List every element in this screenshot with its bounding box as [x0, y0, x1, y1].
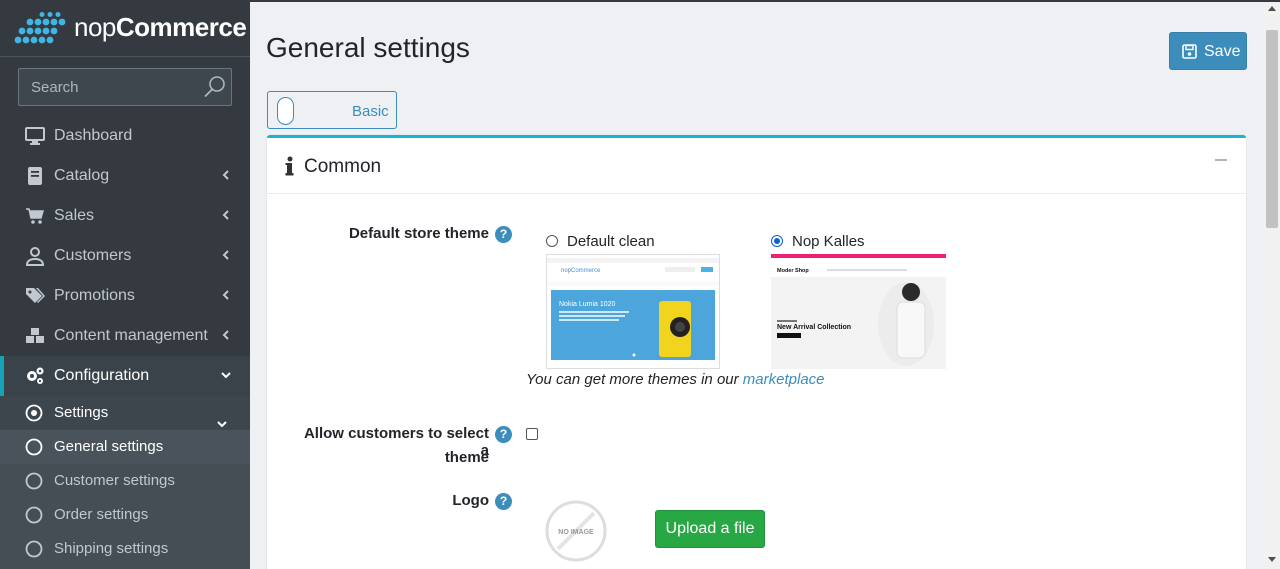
sidebar-subitem-label: Shipping settings [54, 540, 169, 557]
circle-icon [25, 472, 43, 490]
monitor-icon [25, 127, 45, 145]
sidebar-item-promotions[interactable]: Promotions [0, 276, 250, 316]
chevron-down-icon [221, 372, 231, 379]
scrollbar-thumb[interactable] [1266, 30, 1278, 228]
page-scrollbar[interactable] [1264, 2, 1280, 569]
circle-icon [25, 540, 43, 558]
sidebar-item-dashboard[interactable]: Dashboard [0, 116, 250, 156]
tags-icon [26, 288, 45, 303]
sidebar-subitem-general-settings[interactable]: General settings [0, 430, 250, 464]
preview-headline: New Arrival Collection [777, 324, 851, 331]
chevron-left-icon [222, 250, 229, 260]
chevron-left-icon [222, 330, 229, 340]
sidebar-item-label: Content management [54, 327, 208, 344]
gears-icon [27, 367, 44, 384]
chevron-left-icon [222, 290, 229, 300]
sidebar-item-label: Catalog [54, 167, 110, 184]
toggle-switch[interactable] [277, 97, 294, 125]
sidebar-subitem-customer-settings[interactable]: Customer settings [0, 464, 250, 498]
theme-preview-default-clean[interactable]: nopCommerce Nokia Lumia 1020 [546, 254, 720, 369]
save-button[interactable]: Save [1169, 32, 1247, 70]
sidebar-item-catalog[interactable]: Catalog [0, 156, 250, 196]
marketplace-prefix: You can get more themes in our [526, 371, 743, 388]
help-icon[interactable]: ? [495, 426, 512, 443]
sidebar-subitem-shipping-settings[interactable]: Shipping settings [0, 532, 250, 566]
help-icon[interactable]: ? [495, 493, 512, 510]
logo-label: Logo [452, 492, 489, 509]
card-header[interactable]: Common [267, 138, 1246, 194]
preview-brand: nopCommerce [561, 268, 601, 274]
sidebar-subitem-settings[interactable]: Settings [0, 396, 250, 432]
logo-no-image-placeholder: NO IMAGE [544, 499, 608, 563]
user-icon [25, 247, 45, 266]
dot-circle-icon [25, 404, 43, 422]
theme-name: Nop Kalles [792, 233, 865, 250]
sidebar-subitem-label: Settings [54, 404, 109, 421]
search-input[interactable] [19, 69, 199, 105]
cart-icon [26, 208, 44, 224]
circle-icon [25, 506, 43, 524]
marketplace-text: You can get more themes in our marketpla… [526, 371, 825, 388]
sidebar-item-label: Customers [54, 247, 132, 264]
help-icon[interactable]: ? [495, 226, 512, 243]
page-title: General settings [266, 32, 470, 63]
info-icon [285, 156, 294, 176]
theme-name: Default clean [567, 233, 655, 250]
upload-file-button[interactable]: Upload a file [655, 510, 765, 548]
brand[interactable]: nopCommerce [0, 2, 250, 57]
book-icon [28, 167, 42, 185]
chevron-left-icon [222, 170, 229, 180]
main-content: General settings Save Basic Common Defau… [250, 2, 1264, 569]
sidebar-subitem-label: Customer settings [54, 472, 175, 489]
allow-select-theme-label-line2: theme [444, 449, 489, 466]
scroll-down-arrow-icon[interactable] [1268, 557, 1276, 562]
theme-preview-image: nopCommerce Nokia Lumia 1020 [547, 255, 719, 368]
default-theme-label: Default store theme [348, 225, 489, 242]
sidebar-item-label: Sales [54, 207, 95, 224]
no-image-text: NO IMAGE [558, 529, 594, 536]
sidebar-item-configuration[interactable]: Configuration [0, 356, 250, 396]
sidebar-item-label: Promotions [54, 287, 135, 304]
sidebar-item-label: Dashboard [54, 127, 133, 144]
sidebar-subitem-label: General settings [54, 438, 164, 455]
brand-name: nopCommerce [74, 12, 247, 42]
nopcommerce-logo-icon [14, 12, 66, 44]
sidebar-subitem-label: Order settings [54, 506, 149, 523]
scroll-up-arrow-icon[interactable] [1268, 6, 1276, 11]
collapse-minus-icon[interactable] [1214, 150, 1228, 164]
common-card: Common Default store theme ? Default cle… [267, 135, 1246, 569]
chevron-down-icon [217, 421, 227, 428]
mode-label: Basic [352, 103, 389, 120]
cubes-icon [26, 328, 44, 343]
floppy-disk-icon [1182, 44, 1197, 59]
basic-advanced-toggle[interactable]: Basic [267, 91, 397, 129]
sidebar-item-customers[interactable]: Customers [0, 236, 250, 276]
preview-headline: Nokia Lumia 1020 [559, 301, 616, 308]
chevron-left-icon [222, 210, 229, 220]
card-title: Common [304, 156, 382, 177]
no-image-icon: NO IMAGE [545, 500, 607, 562]
theme-preview-nop-kalles[interactable]: Moder Shop New Arrival Collection [771, 254, 946, 369]
sidebar-subitem-order-settings[interactable]: Order settings [0, 498, 250, 532]
search-icon[interactable] [203, 75, 227, 99]
theme-radio-nop-kalles[interactable] [771, 235, 783, 247]
allow-select-theme-checkbox[interactable] [526, 428, 538, 440]
save-button-label: Save [1204, 43, 1241, 60]
sidebar-item-label: Configuration [54, 367, 150, 384]
sidebar: nopCommerce Dashboard Catalog Sales Cust… [0, 0, 250, 569]
marketplace-link[interactable]: marketplace [743, 371, 825, 388]
search-box [18, 68, 232, 106]
preview-shop: Moder Shop [777, 268, 809, 274]
theme-preview-image: Moder Shop New Arrival Collection [771, 254, 946, 369]
sidebar-item-content-management[interactable]: Content management [0, 316, 250, 356]
sidebar-item-sales[interactable]: Sales [0, 196, 250, 236]
circle-icon [25, 438, 43, 456]
theme-radio-default-clean[interactable] [546, 235, 558, 247]
